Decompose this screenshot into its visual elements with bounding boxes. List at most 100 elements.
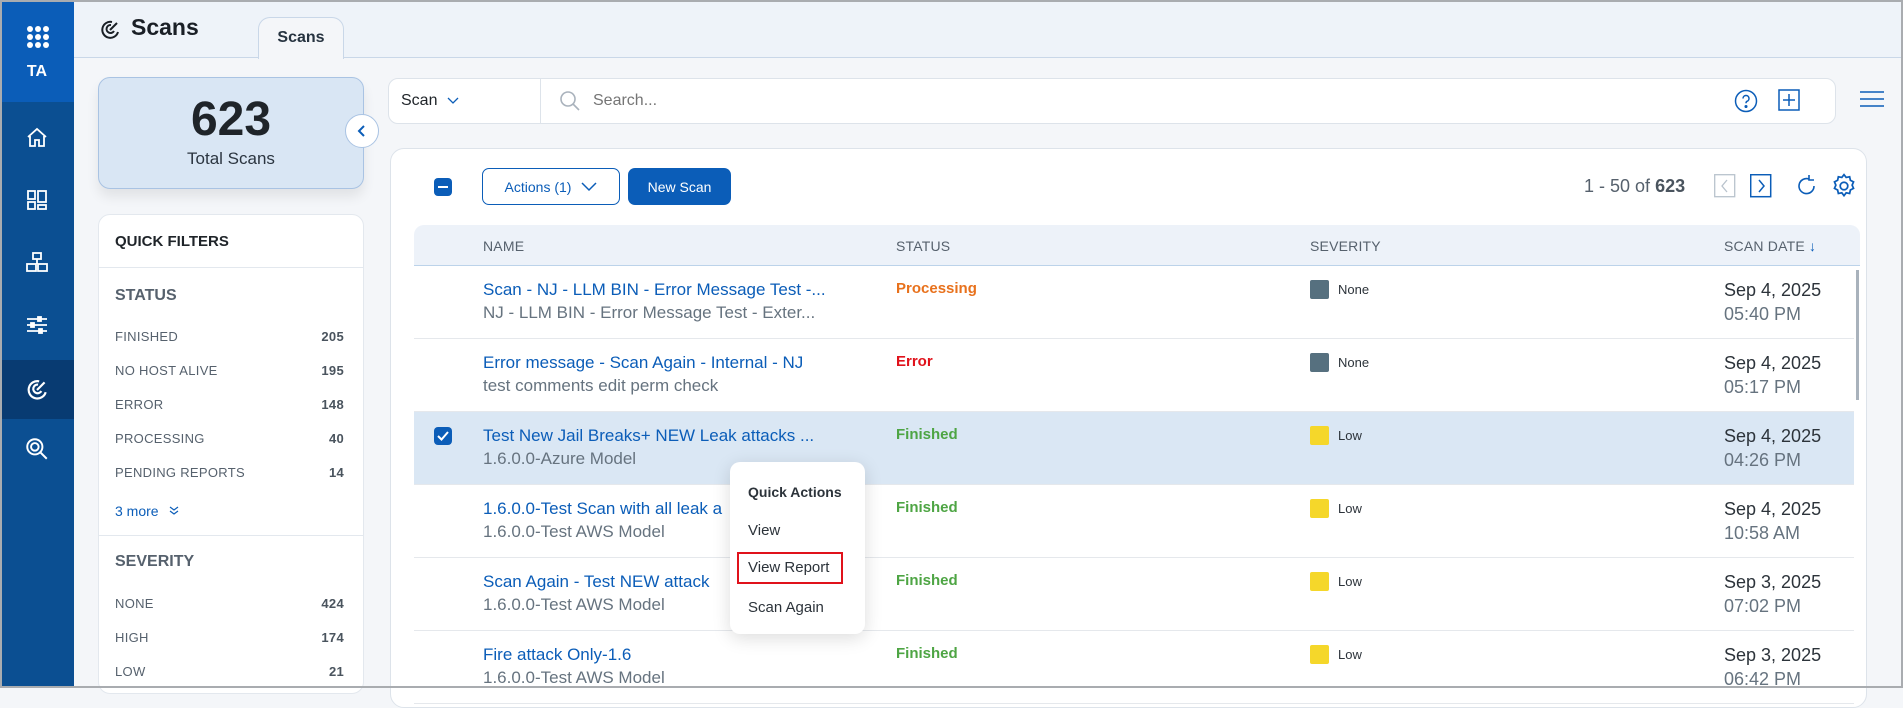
refresh-icon[interactable] [1795, 174, 1819, 198]
filter-no-host-alive[interactable]: NO HOST ALIVE 195 [115, 363, 344, 378]
table-row[interactable]: Test New Jail Breaks+ NEW Leak attacks .… [414, 412, 1854, 485]
nav-home[interactable] [0, 108, 74, 168]
menu-item-view-report[interactable]: View Report [737, 552, 843, 584]
scan-time: 05:17 PM [1724, 377, 1802, 397]
nav-search-scans[interactable] [0, 419, 74, 479]
app-launcher[interactable]: TA [0, 0, 74, 102]
show-more-label: 3 more [115, 503, 159, 519]
scan-date: Sep 3, 2025 [1724, 645, 1822, 665]
scan-target: NJ - LLM BIN - Error Message Test - Exte… [483, 303, 816, 322]
filter-label: NONE [115, 596, 154, 611]
severity-badge: Low [1310, 645, 1362, 664]
scan-time: 05:40 PM [1724, 304, 1802, 324]
select-all-checkbox[interactable] [434, 178, 452, 196]
filter-none[interactable]: NONE 424 [115, 596, 344, 611]
actions-dropdown-button[interactable]: Actions (1) [482, 168, 620, 205]
scan-time: 07:02 PM [1724, 596, 1802, 616]
table-scrollbar[interactable] [1856, 270, 1859, 400]
filter-label: LOW [115, 664, 146, 679]
scan-target: 1.6.0.0-Test AWS Model [483, 522, 665, 541]
checkmark-icon [437, 431, 449, 441]
collapse-panel-button[interactable] [345, 114, 379, 148]
radar-icon [101, 20, 119, 39]
filter-count: 148 [321, 397, 344, 412]
filter-label: HIGH [115, 630, 149, 645]
filter-count: 174 [321, 630, 344, 645]
sliders-icon [27, 316, 47, 334]
search-input[interactable] [593, 87, 1493, 115]
column-severity[interactable]: SEVERITY [1310, 238, 1381, 254]
scan-name-link[interactable]: Scan - NJ - LLM BIN - Error Message Test… [483, 280, 826, 300]
hamburger-menu-icon[interactable] [1860, 89, 1884, 109]
column-scan-date[interactable]: SCAN DATE ↓ [1724, 238, 1816, 254]
scan-time: 06:42 PM [1724, 669, 1802, 689]
column-scan-date-label: SCAN DATE [1724, 238, 1805, 254]
menu-item-scan-again[interactable]: Scan Again [748, 599, 824, 616]
quick-actions-title: Quick Actions [748, 484, 842, 500]
table-row[interactable]: Scan Again - Test NEW attack 1.6.0.0-Tes… [414, 558, 1854, 631]
status-text: Finished [896, 426, 958, 443]
nav-settings-sliders[interactable] [0, 295, 74, 355]
scan-name-link[interactable]: 1.6.0.0-Test Scan with all leak a [483, 499, 722, 519]
nav-hierarchy[interactable] [0, 232, 74, 292]
dashboard-icon [27, 190, 47, 210]
severity-swatch [1310, 572, 1329, 591]
next-page-icon[interactable] [1750, 174, 1772, 198]
left-nav: TA [0, 0, 74, 688]
header-bar [74, 0, 1903, 58]
double-chevron-down-icon [169, 506, 178, 515]
status-text: Finished [896, 572, 958, 589]
minus-icon [438, 186, 448, 188]
severity-swatch [1310, 645, 1329, 664]
scan-time: 04:26 PM [1724, 450, 1802, 470]
severity-label: Low [1338, 574, 1362, 589]
scan-name-link[interactable]: Error message - Scan Again - Internal - … [483, 353, 803, 373]
filter-label: FINISHED [115, 329, 179, 344]
filter-pending-reports[interactable]: PENDING REPORTS 14 [115, 465, 344, 480]
scan-date: Sep 4, 2025 [1724, 280, 1822, 300]
settings-gear-icon[interactable] [1831, 173, 1857, 199]
filter-label: NO HOST ALIVE [115, 363, 218, 378]
add-icon[interactable] [1778, 89, 1800, 111]
hierarchy-icon [26, 252, 48, 272]
filter-count: 21 [328, 664, 344, 679]
severity-label: None [1338, 355, 1370, 370]
show-more-status-link[interactable]: 3 more [115, 503, 179, 519]
filter-finished[interactable]: FINISHED 205 [115, 329, 344, 344]
table-row[interactable]: Error message - Scan Again - Internal - … [414, 339, 1854, 412]
table-row[interactable]: Fire attack Only-1.6 1.6.0.0-Test AWS Mo… [414, 631, 1854, 704]
new-scan-button[interactable]: New Scan [628, 168, 731, 205]
help-icon[interactable] [1734, 89, 1758, 113]
menu-item-view[interactable]: View [748, 522, 780, 539]
severity-label: Low [1338, 428, 1362, 443]
filter-error[interactable]: ERROR 148 [115, 397, 344, 412]
nav-scans[interactable] [0, 360, 74, 419]
filter-label: PENDING REPORTS [115, 465, 245, 480]
scan-name-link[interactable]: Test New Jail Breaks+ NEW Leak attacks .… [483, 426, 814, 446]
scan-target: 1.6.0.0-Test AWS Model [483, 595, 665, 614]
filter-high[interactable]: HIGH 174 [115, 630, 344, 645]
filter-low[interactable]: LOW 21 [115, 664, 344, 679]
tab-scans[interactable]: Scans [258, 17, 344, 59]
page-title: Scans [131, 14, 199, 40]
search-scope-dropdown[interactable]: Scan [389, 79, 541, 123]
filter-label: PROCESSING [115, 431, 205, 446]
row-checkbox[interactable] [434, 427, 452, 445]
table-row[interactable]: 1.6.0.0-Test Scan with all leak a 1.6.0.… [414, 485, 1854, 558]
column-name[interactable]: NAME [483, 238, 524, 254]
scan-target: 1.6.0.0-Test AWS Model [483, 668, 665, 687]
severity-label: Low [1338, 501, 1362, 516]
scan-time: 10:58 AM [1724, 523, 1801, 543]
severity-swatch [1310, 499, 1329, 518]
severity-label: Low [1338, 647, 1362, 662]
nav-dashboard[interactable] [0, 170, 74, 230]
chevron-down-icon [448, 97, 459, 104]
scan-name-link[interactable]: Scan Again - Test NEW attack [483, 572, 709, 592]
search-scope-value: Scan [401, 92, 438, 109]
filter-processing[interactable]: PROCESSING 40 [115, 431, 344, 446]
table-row[interactable]: Scan - NJ - LLM BIN - Error Message Test… [414, 266, 1854, 339]
previous-page-icon[interactable] [1714, 174, 1736, 198]
column-status[interactable]: STATUS [896, 238, 950, 254]
scan-name-link[interactable]: Fire attack Only-1.6 [483, 645, 631, 665]
scan-date: Sep 4, 2025 [1724, 353, 1822, 373]
